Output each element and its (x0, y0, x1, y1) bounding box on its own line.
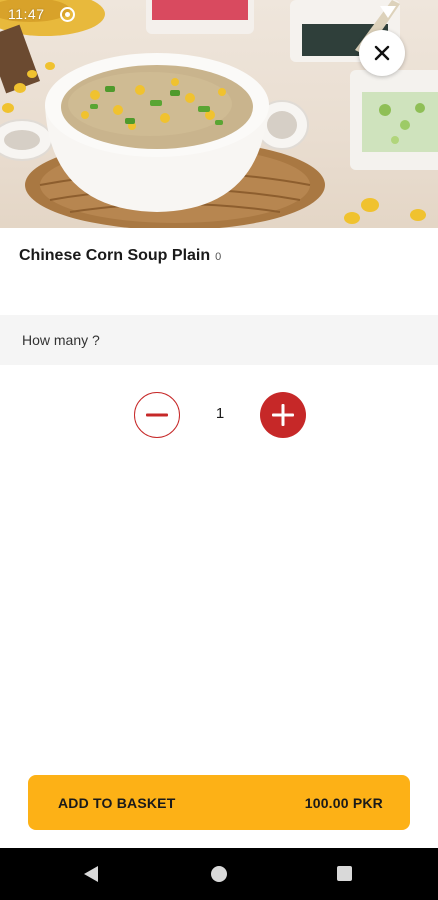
quantity-prompt: How many ? (22, 332, 100, 348)
quantity-section-header: How many ? (0, 315, 438, 365)
status-time: 11:47 (8, 6, 45, 22)
item-title-row: Chinese Corn Soup Plain 0 (19, 247, 221, 265)
notification-icon (60, 7, 75, 22)
close-button[interactable] (359, 30, 405, 76)
system-nav-bar (0, 848, 438, 900)
minus-icon (146, 413, 168, 417)
close-icon (374, 45, 390, 61)
quantity-stepper: 1 (134, 392, 306, 438)
status-bar: 11:47 (0, 0, 438, 28)
quantity-value: 1 (215, 405, 225, 422)
home-circle-icon[interactable] (211, 866, 227, 882)
item-title-suffix: 0 (215, 251, 222, 263)
decrease-quantity-button[interactable] (134, 392, 180, 438)
back-triangle-icon[interactable] (84, 866, 98, 882)
increase-quantity-button[interactable] (260, 392, 306, 438)
add-to-basket-label: ADD TO BASKET (58, 794, 176, 811)
wifi-icon (380, 6, 396, 18)
item-title: Chinese Corn Soup Plain (19, 247, 211, 264)
plus-icon (272, 404, 294, 426)
recents-square-icon[interactable] (337, 866, 352, 881)
basket-price: 100.00 PKR (304, 794, 383, 811)
add-to-basket-button[interactable]: ADD TO BASKET 100.00 PKR (28, 775, 410, 830)
